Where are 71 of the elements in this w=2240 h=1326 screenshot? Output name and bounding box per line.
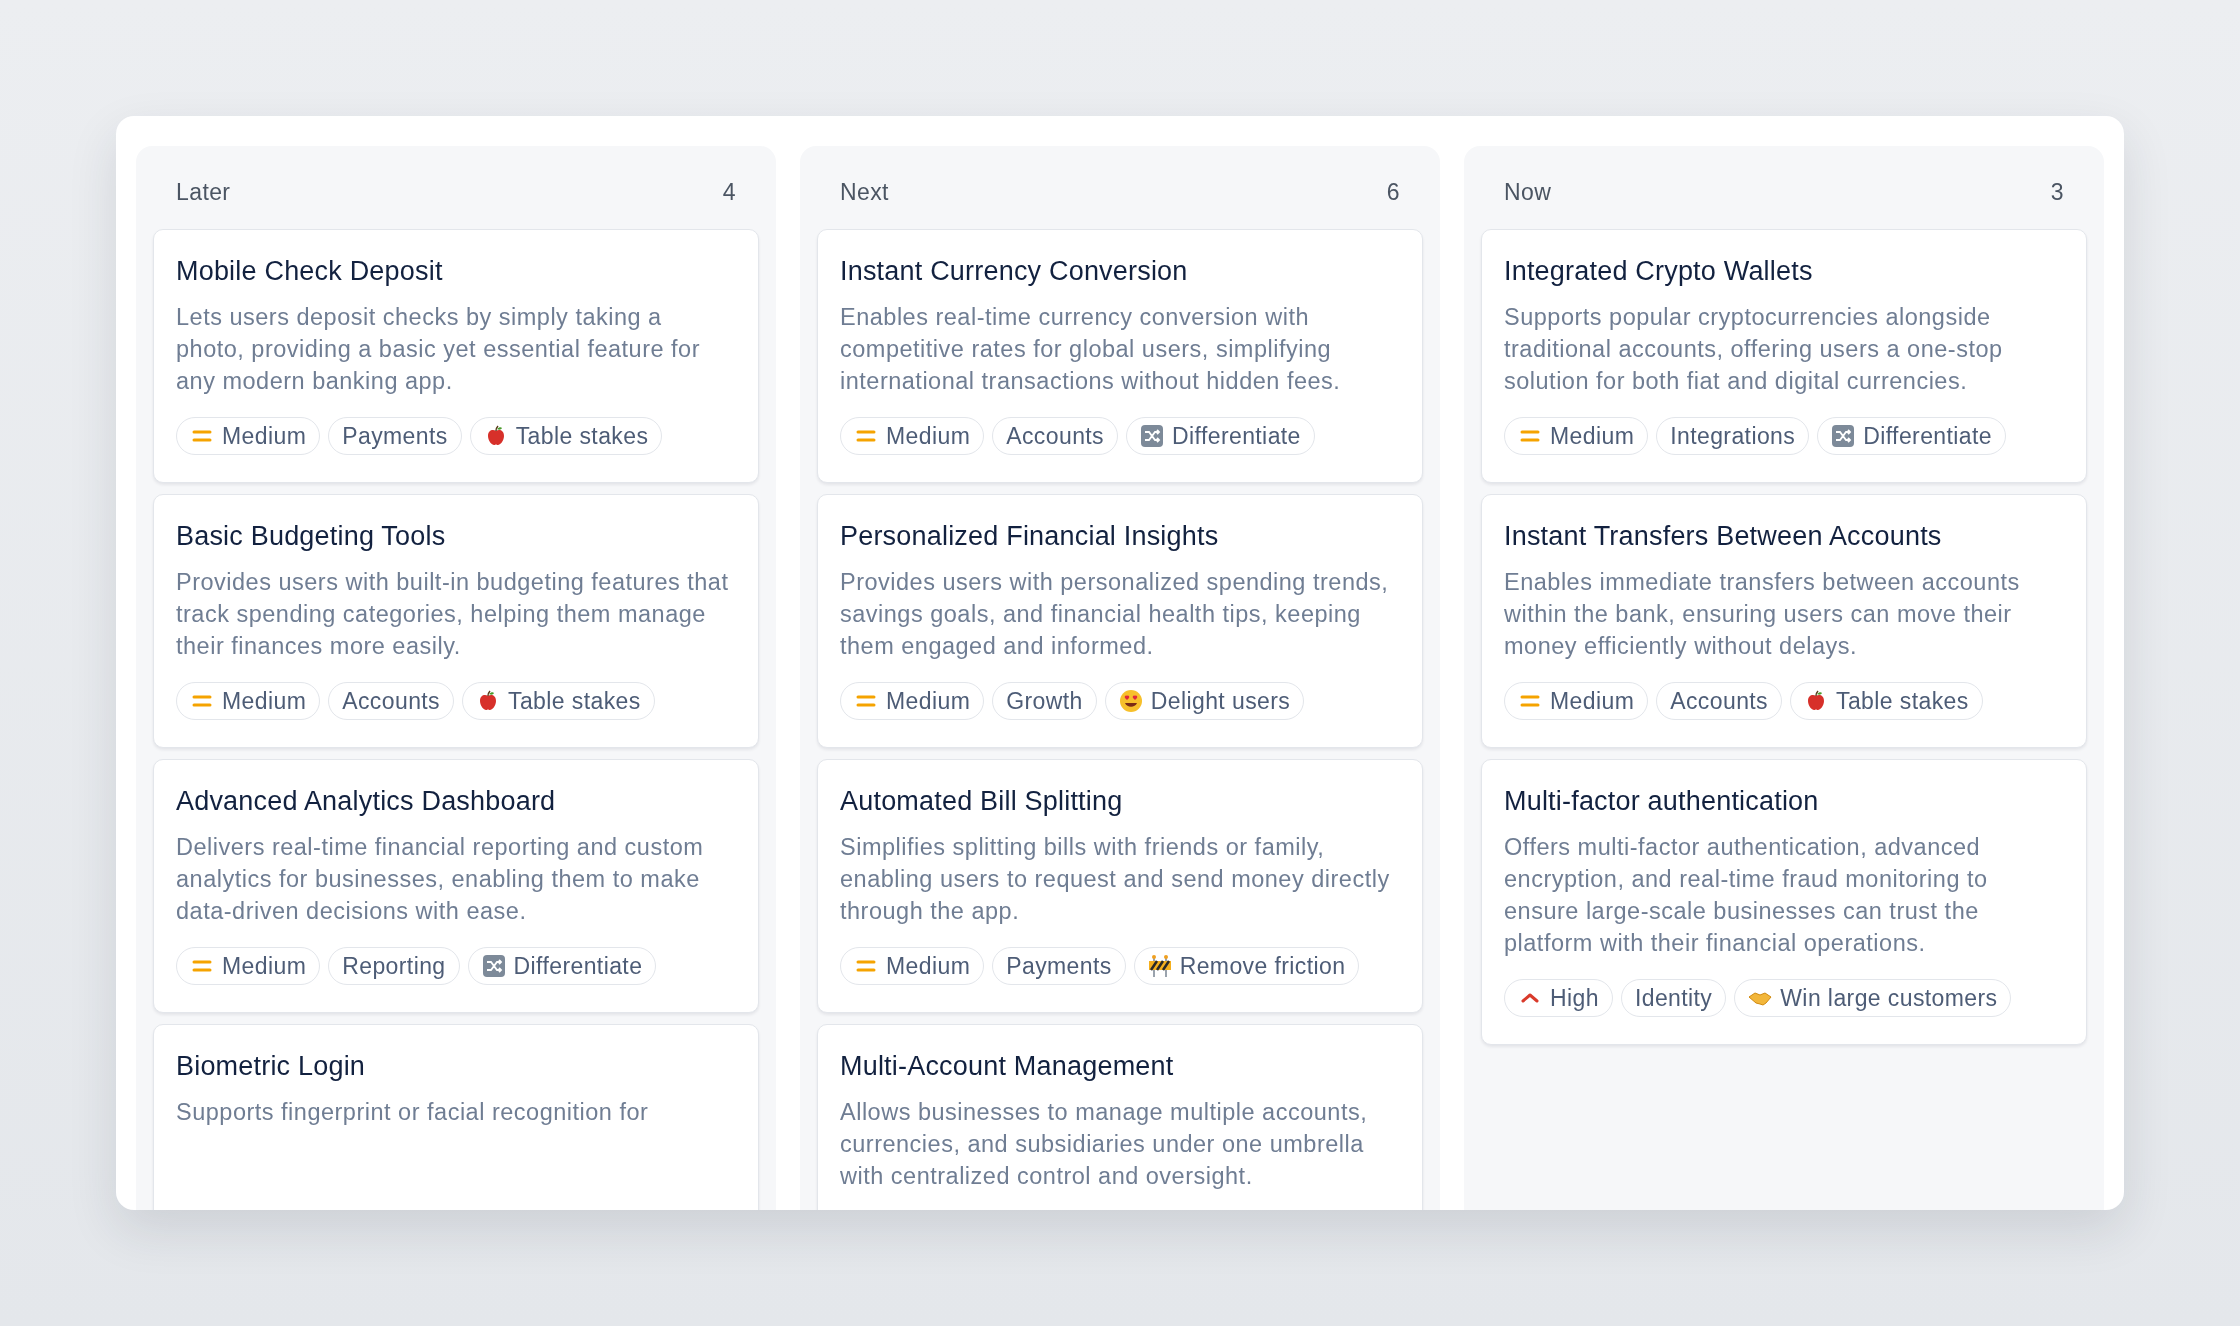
feature-card[interactable]: Instant Currency Conversion Enables real-time currency conversion with competitive rates for global users, simplifying international transactions without hidden fees. Medium Accounts Differentiate [817, 229, 1423, 483]
card-title: Multi-factor authentication [1504, 785, 1820, 818]
feature-card[interactable]: Instant Transfers Between Accounts Enables immediate transfers between accounts within the bank, ensuring users can move their money efficiently without delays. Medium Accounts Table stakes [1481, 494, 2087, 748]
tag-chip: Table stakes [469, 417, 663, 455]
tag-chip: Medium [840, 417, 985, 455]
card-description: Supports popular cryptocurrencies alongside traditional accounts, offering users a one-stop solution for both fiat and digital currencies. [1504, 303, 2004, 396]
tag-chip: Table stakes [1790, 682, 1983, 720]
column-title: Next [840, 178, 889, 207]
feature-card[interactable]: Mobile Check Deposit Lets users deposit checks by simply taking a photo, providing a basic yet essential feature for any modern banking app. Medium Payments Table stakes [153, 229, 759, 483]
tag-chip: Payments [992, 947, 1126, 985]
shuffle-icon [481, 954, 506, 978]
tag-chip: Medium [176, 417, 321, 455]
tag-chip: Medium [176, 947, 321, 985]
tag-chip: Win large customers [1734, 979, 2012, 1017]
column-count: 3 [2050, 178, 2064, 207]
tag-chip: High [1504, 979, 1613, 1017]
tag-chip: Identity [1620, 979, 1727, 1017]
card-title: Advanced Analytics Dashboard [176, 785, 557, 818]
tag-chip: Medium [1504, 417, 1649, 455]
feature-card[interactable]: Biometric Login Supports fingerprint or facial recognition for [153, 1024, 759, 1210]
barrier-icon [1147, 954, 1172, 978]
card-description: Allows businesses to manage multiple accounts, currencies, and subsidiaries under one umbrella with centralized control and oversight. [840, 1098, 1369, 1191]
tag-chip: Medium [840, 682, 985, 720]
tag-chip: Accounts [1656, 682, 1782, 720]
card-title: Basic Budgeting Tools [176, 520, 447, 553]
card-description: Provides users with built-in budgeting features that track spending categories, helping them manage their finances more easily. [176, 568, 730, 661]
tag-chip: Table stakes [462, 682, 655, 720]
feature-card[interactable] [1481, 759, 2087, 1045]
card-description: Provides users with personalized spending trends, savings goals, and financial health tips, keeping them engaged and informed. [840, 568, 1390, 661]
column-count: 6 [1386, 178, 1400, 207]
feature-card[interactable]: Basic Budgeting Tools Provides users with built-in budgeting features that track spending categories, helping them manage their finances more easily. Medium Accounts Table stakes [153, 494, 759, 748]
tag-chip: Accounts [992, 417, 1118, 455]
tag-chip: Accounts [328, 682, 454, 720]
tag-chip: Remove friction [1133, 947, 1360, 985]
tag-chip: Differentiate [467, 947, 657, 985]
card-description: Enables immediate transfers between accounts within the bank, ensuring users can move their money efficiently without delays. [1504, 568, 2021, 661]
card-title: Mobile Check Deposit [176, 255, 444, 288]
shuffle-icon [1831, 424, 1856, 448]
card-description: Supports fingerprint or facial recognition for [176, 1098, 650, 1127]
heart-eyes-icon [1118, 689, 1143, 713]
tag-chip: Payments [328, 417, 462, 455]
card-title: Personalized Financial Insights [840, 520, 1220, 553]
card-title: Instant Currency Conversion [840, 255, 1189, 288]
tag-chip: Delight users [1104, 682, 1305, 720]
tag-chip: Differentiate [1126, 417, 1315, 455]
feature-card[interactable]: Integrated Crypto Wallets Supports popular cryptocurrencies alongside traditional accounts, offering users a one-stop solution for both fiat and digital currencies. Medium Integrations Differentiate [1481, 229, 2087, 483]
tag-chip: Integrations [1656, 417, 1810, 455]
card-title: Instant Transfers Between Accounts [1504, 520, 1943, 553]
card-description: Offers multi-factor authentication, advanced encryption, and real-time fraud monitoring to ensure large-scale businesses can trust the platform with their financial operations. [1504, 833, 1989, 958]
column-count: 4 [722, 178, 736, 207]
card-title: Integrated Crypto Wallets [1504, 255, 1814, 288]
card-description: Simplifies splitting bills with friends or family, enabling users to request and send money directly through the app. [840, 833, 1391, 926]
feature-card[interactable]: Multi-Account Management Allows businesses to manage multiple accounts, currencies, and subsidiaries under one umbrella with centralized control and oversight. [817, 1024, 1423, 1210]
card-description: Enables real-time currency conversion with competitive rates for global users, simplifying international transactions without hidden fees. [840, 303, 1342, 396]
card-title: Multi-Account Management [840, 1050, 1175, 1083]
column-title: Later [176, 178, 231, 207]
tag-chip: Growth [992, 682, 1097, 720]
tag-chip: Medium [176, 682, 321, 720]
card-description: Lets users deposit checks by simply taking a photo, providing a basic yet essential feature for any modern banking app. [176, 303, 702, 396]
feature-card[interactable]: Automated Bill Splitting Simplifies splitting bills with friends or family, enabling users to request and send money directly through the app. Medium Payments Remove friction [817, 759, 1423, 1013]
feature-card[interactable]: Advanced Analytics Dashboard Delivers real-time financial reporting and custom analytics for businesses, enabling them to make data-driven decisions with ease. Medium Reporting Differentiate [153, 759, 759, 1013]
card-title: Automated Bill Splitting [840, 785, 1124, 818]
card-title: Biometric Login [176, 1050, 367, 1083]
shuffle-icon [1140, 424, 1164, 448]
tag-chip: Differentiate [1817, 417, 2006, 455]
feature-card[interactable]: Personalized Financial Insights Provides users with personalized spending trends, savings goals, and financial health tips, keeping them engaged and informed. Medium Growth Delight users [817, 494, 1423, 748]
column-title: Now [1504, 178, 1552, 207]
tag-chip: Reporting [328, 947, 460, 985]
tag-chip: Medium [1504, 682, 1649, 720]
tag-chip: Medium [840, 947, 985, 985]
card-description: Delivers real-time financial reporting and custom analytics for businesses, enabling them to make data-driven decisions with ease. [176, 833, 705, 926]
